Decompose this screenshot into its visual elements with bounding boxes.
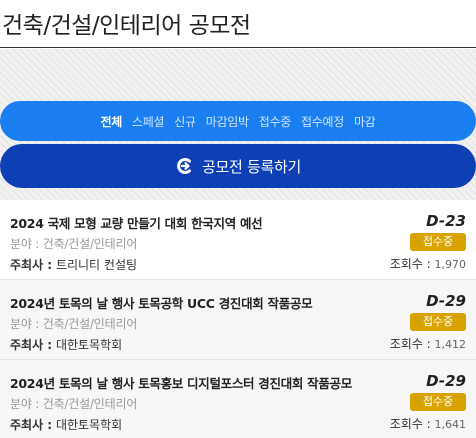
contest-views: 조회수 : 1,641 [390, 415, 466, 432]
status-badge: 접수중 [410, 393, 466, 411]
register-contest-button[interactable]: 공모전 등록하기 [0, 144, 476, 188]
views-count: 1,970 [434, 258, 467, 271]
contest-field: 분야 : 건축/건설/인테리어 [10, 397, 138, 411]
contest-dday: D-29 [426, 372, 466, 390]
host-name: 대한토목학회 [55, 338, 123, 352]
filter-special[interactable]: 스페셜 [127, 113, 169, 130]
page-header: 건축/건설/인테리어 공모전 [0, 0, 476, 48]
contest-title[interactable]: 2024년 토목의 날 행사 토목홍보 디지털포스터 경진대회 작품공모 [10, 373, 352, 392]
contest-field: 분야 : 건축/건설/인테리어 [10, 237, 138, 251]
list-item[interactable]: 2024년 토목의 날 행사 토목홍보 디지털포스터 경진대회 작품공모 분야 … [0, 360, 476, 438]
views-label: 조회수 : [389, 257, 431, 271]
contest-views: 조회수 : 1,970 [390, 255, 466, 272]
contest-dday: D-23 [426, 212, 466, 230]
filter-closing-soon[interactable]: 마감임박 [201, 113, 254, 130]
status-badge: 접수중 [410, 233, 466, 251]
contest-title[interactable]: 2024년 토목의 날 행사 토목공학 UCC 경진대회 작품공모 [10, 293, 313, 312]
contest-list: 2024 국제 모형 교량 만들기 대회 한국지역 예선 분야 : 건축/건설/… [0, 200, 476, 438]
contest-host: 주최사 : 대한토목학회 [10, 336, 122, 353]
filter-open[interactable]: 접수중 [254, 113, 296, 130]
host-name: 트리니티 컨설팅 [55, 258, 138, 272]
filter-new[interactable]: 신규 [169, 113, 200, 130]
page-title: 건축/건설/인테리어 공모전 [2, 13, 251, 39]
list-item[interactable]: 2024 국제 모형 교량 만들기 대회 한국지역 예선 분야 : 건축/건설/… [0, 200, 476, 280]
host-label: 주최사 : [10, 338, 53, 352]
filter-upcoming[interactable]: 접수예정 [296, 113, 349, 130]
views-label: 조회수 : [389, 417, 431, 431]
views-label: 조회수 : [389, 337, 431, 351]
contest-dday: D-29 [426, 292, 466, 310]
filter-bar: 전체 스페셜 신규 마감임박 접수중 접수예정 마감 [0, 101, 476, 141]
views-count: 1,641 [434, 418, 467, 431]
host-label: 주최사 : [10, 258, 53, 272]
arrow-c-icon [177, 158, 191, 174]
contest-views: 조회수 : 1,412 [390, 335, 466, 352]
host-label: 주최사 : [10, 418, 53, 432]
contest-host: 주최사 : 대한토목학회 [10, 416, 122, 433]
host-name: 대한토목학회 [55, 418, 123, 432]
contest-host: 주최사 : 트리니티 컨설팅 [10, 256, 137, 273]
filter-all[interactable]: 전체 [96, 113, 127, 130]
register-label: 공모전 등록하기 [202, 157, 301, 176]
list-item[interactable]: 2024년 토목의 날 행사 토목공학 UCC 경진대회 작품공모 분야 : 건… [0, 280, 476, 360]
contest-field: 분야 : 건축/건설/인테리어 [10, 317, 138, 331]
filter-closed[interactable]: 마감 [349, 113, 380, 130]
status-badge: 접수중 [410, 313, 466, 331]
contest-title[interactable]: 2024 국제 모형 교량 만들기 대회 한국지역 예선 [10, 213, 263, 232]
views-count: 1,412 [434, 338, 467, 351]
